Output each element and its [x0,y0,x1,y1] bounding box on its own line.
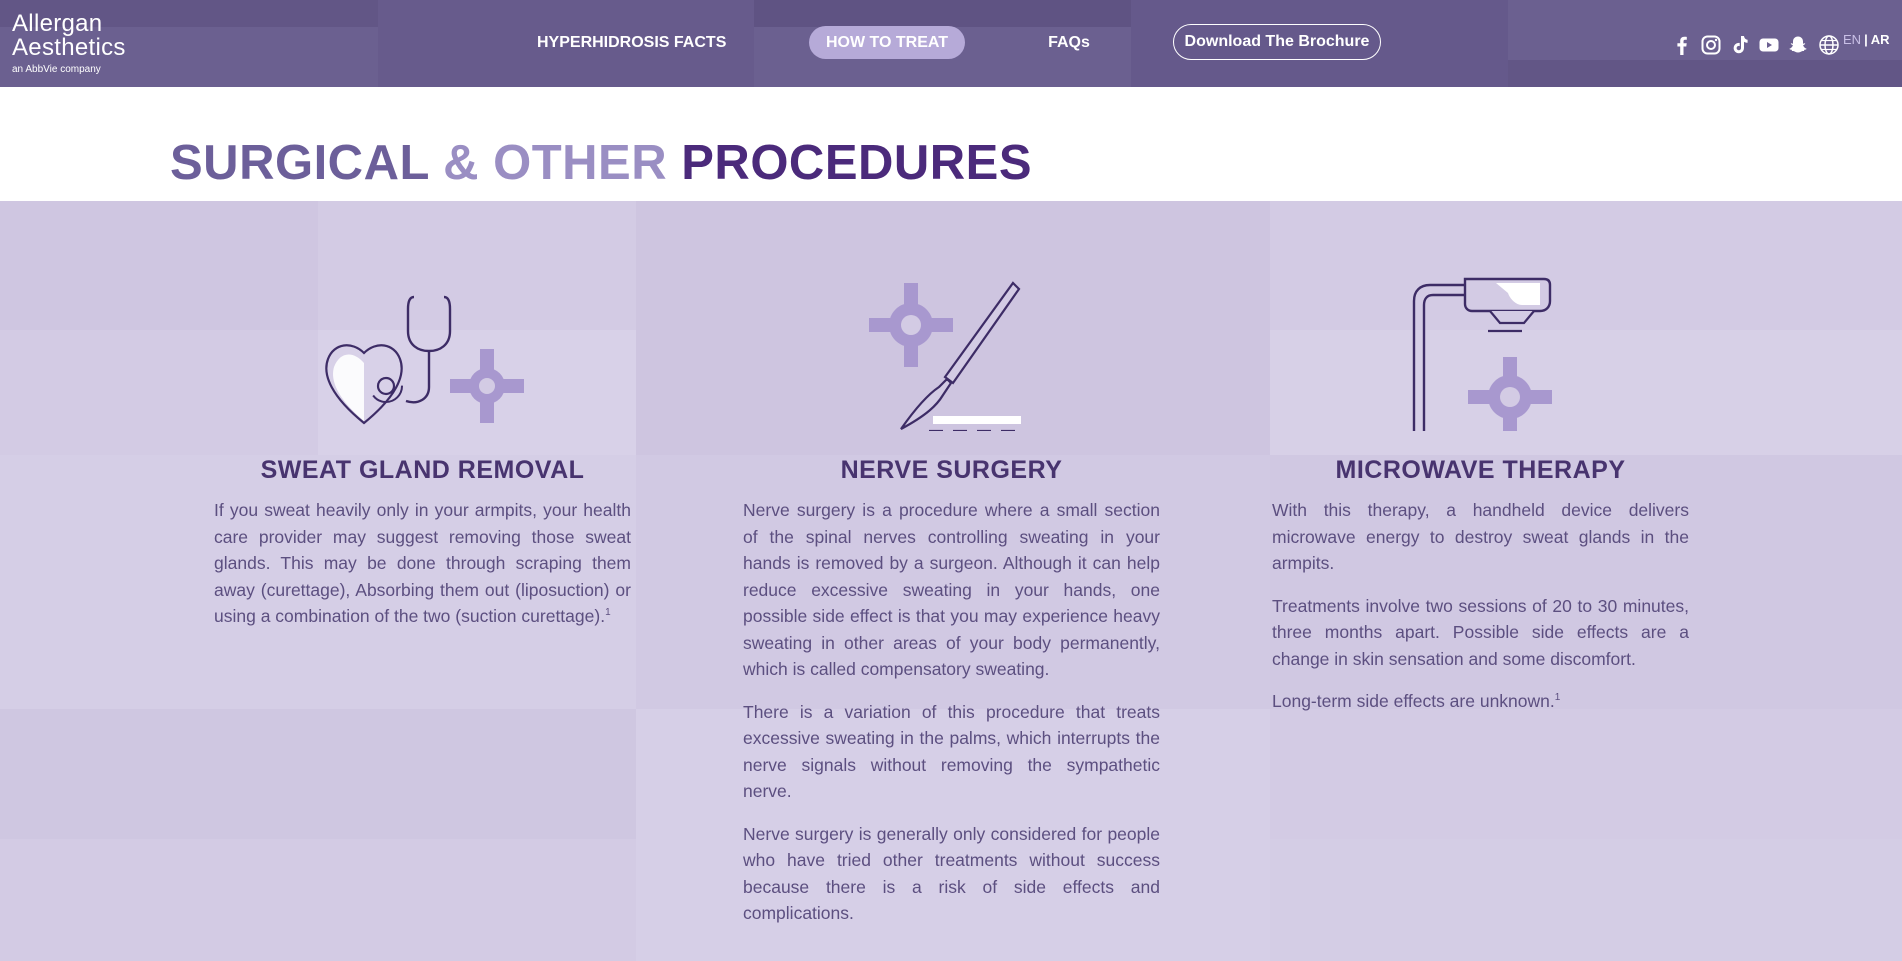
tiktok-icon[interactable] [1729,34,1751,56]
facebook-icon[interactable] [1671,34,1693,56]
microwave-therapy-body: With this therapy, a handheld device del… [1272,497,1689,731]
microwave-therapy-paragraph: With this therapy, a handheld device del… [1272,500,1689,573]
logo-text-line1: Allergan [12,10,103,37]
microwave-therapy-title: MICROWAVE THERAPY [1335,456,1626,484]
title-part-other: & OTHER [429,136,682,190]
globe-icon[interactable] [1818,34,1840,56]
nav-how-to-treat[interactable]: HOW TO TREAT [809,26,965,59]
scalpel-icon [743,271,1160,433]
nav-hyperhidrosis-facts[interactable]: HYPERHIDROSIS FACTS [537,26,726,59]
microwave-therapy-paragraph: Long-term side effects are unknown. [1272,691,1555,711]
allergan-logo[interactable]: Allergan Aesthetics an AbbVie company [12,10,126,76]
procedures-section: SWEAT GLAND REMOVAL If you sweat heavily… [0,201,1902,961]
language-switcher: EN | AR [1818,31,1890,56]
lang-separator: | [1864,31,1868,47]
youtube-icon[interactable] [1758,34,1780,56]
sweat-gland-removal-body: If you sweat heavily only in your armpit… [214,497,631,646]
site-header: Allergan Aesthetics an AbbVie company HY… [0,0,1902,87]
title-part-procedures: PROCEDURES [681,136,1033,190]
nerve-surgery-paragraph: Nerve surgery is generally only consider… [743,823,1160,924]
sweat-gland-removal-text: If you sweat heavily only in your armpit… [214,500,631,626]
logo-tagline: an AbbVie company [12,64,101,75]
title-band: SURGICAL & OTHER PROCEDURES [0,87,1902,201]
header-pattern [1508,60,1902,87]
footnote-marker: 1 [1554,692,1561,704]
nav-faqs[interactable]: FAQs [1040,26,1098,59]
logo-text-line2: Aesthetics [12,34,126,61]
page-title: SURGICAL & OTHER PROCEDURES [170,135,1032,191]
bg-pattern [0,709,636,839]
download-brochure-button[interactable]: Download The Brochure [1173,24,1381,60]
nerve-surgery-paragraph: Nerve surgery is a procedure where a sma… [743,500,1160,679]
nerve-surgery-paragraph: There is a variation of this procedure t… [743,701,1160,802]
lang-ar-link[interactable]: AR [1871,32,1890,47]
footnote-marker: 1 [605,607,611,619]
social-links [1671,34,1809,56]
snapchat-icon[interactable] [1787,34,1809,56]
instagram-icon[interactable] [1700,34,1722,56]
header-pattern [754,0,1131,27]
lang-en-link[interactable]: EN [1843,32,1861,47]
heart-stethoscope-icon [214,271,631,431]
microwave-device-icon [1272,271,1689,437]
microwave-therapy-paragraph: Treatments involve two sessions of 20 to… [1272,595,1689,669]
sweat-gland-removal-title: SWEAT GLAND REMOVAL [260,456,585,484]
bg-pattern [1270,839,1902,961]
nerve-surgery-body: Nerve surgery is a procedure where a sma… [743,497,1160,943]
title-part-surgical: SURGICAL [170,136,430,190]
nerve-surgery-title: NERVE SURGERY [840,456,1063,484]
